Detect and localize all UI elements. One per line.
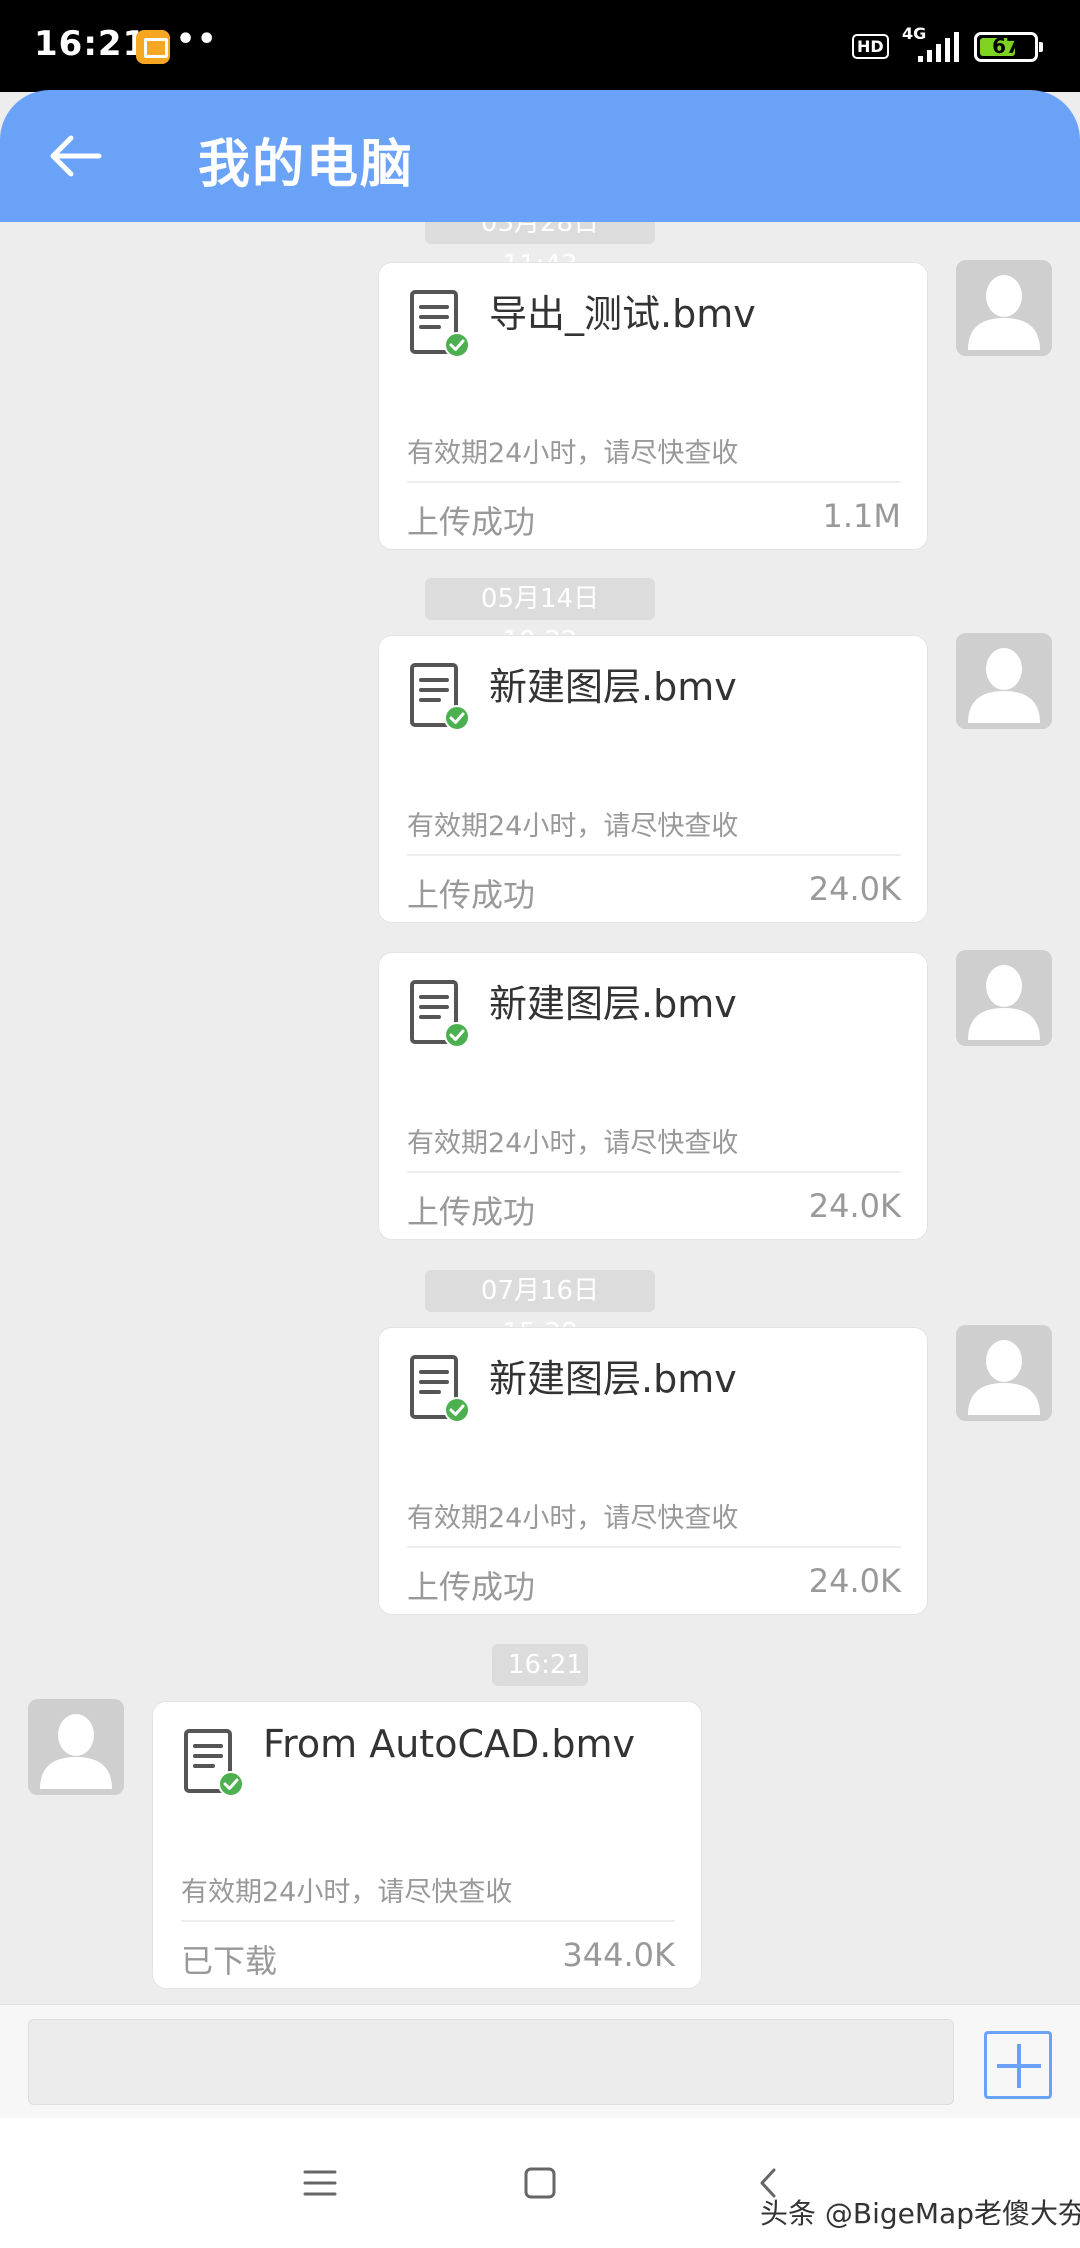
avatar[interactable]: [956, 260, 1052, 356]
user-silhouette-icon: [956, 1325, 1052, 1421]
nav-menu-button[interactable]: [270, 2118, 370, 2248]
battery-level: 67: [992, 34, 1020, 58]
transfer-status: 上传成功: [407, 1568, 536, 1606]
card-divider: [407, 481, 901, 483]
avatar[interactable]: [956, 1325, 1052, 1421]
user-silhouette-icon: [28, 1699, 124, 1795]
transfer-status: 已下载: [181, 1942, 278, 1980]
file-size: 24.0K: [808, 1562, 901, 1600]
avatar[interactable]: [28, 1699, 124, 1795]
hd-voice-icon: HD: [852, 34, 889, 59]
file-name: 新建图层.bmv: [489, 1357, 737, 1401]
signal-strength-icon: [918, 32, 959, 62]
avatar[interactable]: [956, 633, 1052, 729]
nav-home-button[interactable]: [490, 2118, 590, 2248]
add-button[interactable]: [984, 2031, 1052, 2099]
message-timestamp: 07月16日 15:28: [425, 1270, 655, 1348]
status-time: 16:21: [34, 24, 148, 64]
file-document-icon: [184, 1729, 244, 1797]
file-message-card[interactable]: 新建图层.bmv 有效期24小时，请尽快查收上传成功 24.0K: [378, 1327, 928, 1615]
file-message-card[interactable]: 新建图层.bmv 有效期24小时，请尽快查收上传成功 24.0K: [378, 952, 928, 1240]
file-size: 344.0K: [562, 1936, 675, 1974]
status-bar: 16:21 •• HD 4G 67: [0, 0, 1080, 92]
card-divider: [407, 1171, 901, 1173]
validity-note: 有效期24小时，请尽快查收: [181, 1877, 513, 1908]
card-divider: [407, 1546, 901, 1548]
file-name: From AutoCAD.bmv: [263, 1722, 635, 1766]
watermark: 头条 @BigeMap老傻大夯: [760, 2197, 1080, 2230]
file-message-card[interactable]: 新建图层.bmv 有效期24小时，请尽快查收上传成功 24.0K: [378, 635, 928, 923]
battery-icon: 67: [974, 32, 1043, 62]
app-root: 16:21 •• HD 4G 67 我的电脑 03月28日 11:43导出_测试…: [0, 0, 1080, 2248]
back-button[interactable]: [40, 124, 110, 188]
avatar[interactable]: [956, 950, 1052, 1046]
file-message-card[interactable]: 导出_测试.bmv 有效期24小时，请尽快查收上传成功 1.1M: [378, 262, 928, 550]
arrow-left-icon: [50, 135, 102, 177]
file-message-card[interactable]: From AutoCAD.bmv 有效期24小时，请尽快查收已下载 344.0K: [152, 1701, 702, 1989]
file-document-icon: [410, 1355, 470, 1423]
file-name: 导出_测试.bmv: [489, 292, 756, 336]
user-silhouette-icon: [956, 950, 1052, 1046]
message-timestamp: 16:21: [492, 1644, 588, 1686]
file-size: 24.0K: [808, 1187, 901, 1225]
validity-note: 有效期24小时，请尽快查收: [407, 438, 739, 469]
file-size: 24.0K: [808, 870, 901, 908]
notification-dots: ••: [176, 22, 219, 57]
validity-note: 有效期24小时，请尽快查收: [407, 1503, 739, 1534]
square-home-icon: [524, 2167, 556, 2199]
file-document-icon: [410, 663, 470, 731]
notification-app-icon: [136, 30, 170, 64]
user-silhouette-icon: [956, 633, 1052, 729]
message-timestamp: 05月14日 10:22: [425, 578, 655, 656]
input-bar: [0, 2004, 1080, 2118]
message-timestamp: 03月28日 11:43: [425, 222, 655, 280]
file-name: 新建图层.bmv: [489, 665, 737, 709]
file-document-icon: [410, 290, 470, 358]
transfer-status: 上传成功: [407, 1193, 536, 1231]
file-size: 1.1M: [822, 497, 902, 535]
validity-note: 有效期24小时，请尽快查收: [407, 1128, 739, 1159]
card-divider: [407, 854, 901, 856]
file-document-icon: [410, 980, 470, 1048]
transfer-status: 上传成功: [407, 876, 536, 914]
validity-note: 有效期24小时，请尽快查收: [407, 811, 739, 842]
user-silhouette-icon: [956, 260, 1052, 356]
card-divider: [181, 1920, 675, 1922]
message-input[interactable]: [28, 2019, 954, 2105]
title-bar: 我的电脑: [0, 90, 1080, 222]
transfer-status: 上传成功: [407, 503, 536, 541]
chat-area[interactable]: 03月28日 11:43导出_测试.bmv有效期24小时，请尽快查收上传成功1.…: [0, 222, 1080, 2004]
file-name: 新建图层.bmv: [489, 982, 737, 1026]
page-title: 我的电脑: [198, 135, 415, 195]
menu-icon: [303, 2170, 337, 2196]
